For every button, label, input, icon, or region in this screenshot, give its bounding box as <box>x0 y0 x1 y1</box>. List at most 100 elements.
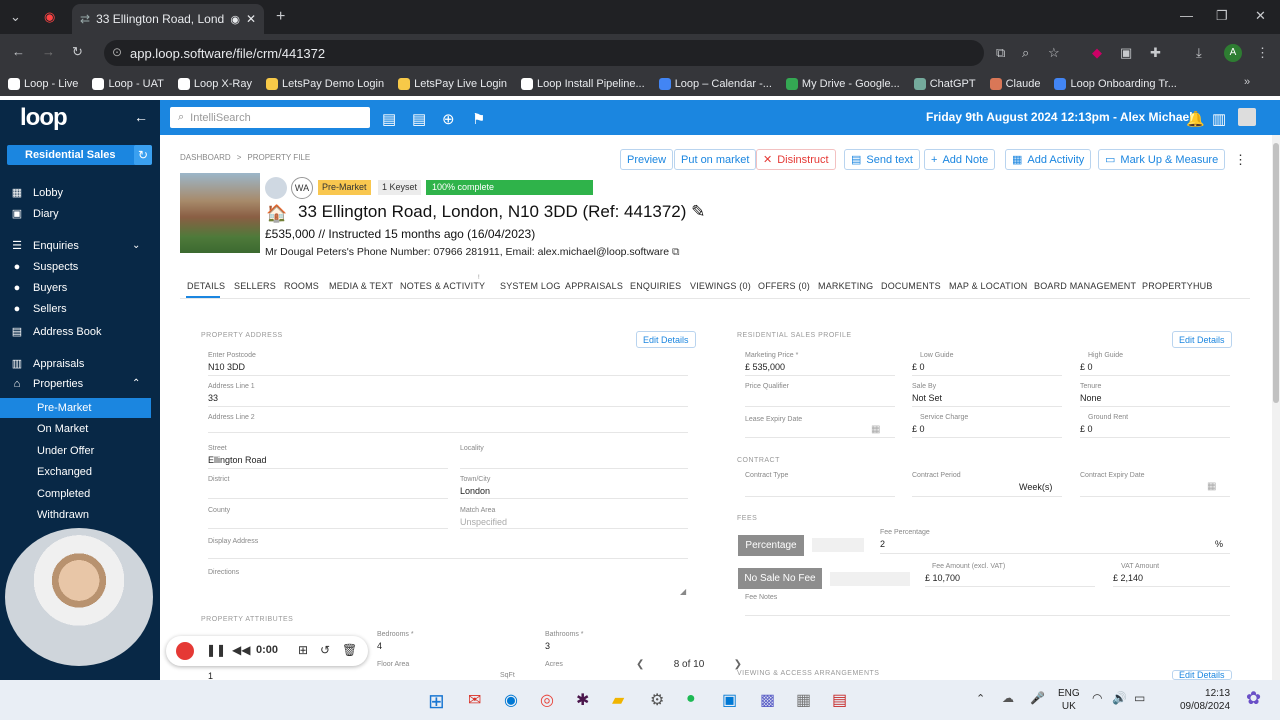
wifi-icon[interactable]: ◠ <box>1092 691 1102 705</box>
chevron-down-icon[interactable]: ⌄ <box>132 240 140 251</box>
extension-icon[interactable]: ◆ <box>1092 45 1102 61</box>
tab-propertyhub[interactable]: PROPERTYHUB <box>1142 281 1213 291</box>
gmail-icon[interactable]: ✉ <box>468 690 481 710</box>
calendar-icon[interactable]: ▦ <box>1207 481 1216 492</box>
low-guide-field[interactable]: £ 0 <box>912 362 925 372</box>
bookmark-item[interactable]: My Drive - Google... <box>785 78 900 90</box>
tab-board-management[interactable]: BOARD MANAGEMENT <box>1034 281 1136 291</box>
forward-icon[interactable]: → <box>42 44 55 59</box>
user-avatar[interactable] <box>1238 108 1256 126</box>
tenure-select[interactable]: None <box>1080 393 1102 403</box>
fee-option-toggle[interactable] <box>830 572 910 586</box>
menu-icon[interactable]: ⋮ <box>1256 45 1269 61</box>
bookmark-item[interactable]: Loop Install Pipeline... <box>521 78 645 90</box>
chevron-up-icon[interactable]: ⌃ <box>132 378 140 389</box>
sidebar-item-suspects[interactable]: ● Suspects <box>10 261 79 273</box>
send-text-button[interactable]: ▤ Send text <box>844 149 920 170</box>
minimize-icon[interactable]: — <box>1180 8 1193 23</box>
refresh-icon[interactable]: ↻ <box>134 145 152 165</box>
bookmark-item[interactable]: Loop – Calendar -... <box>658 78 772 90</box>
pause-icon[interactable]: ❚❚ <box>206 643 226 657</box>
app-icon[interactable]: ▤ <box>832 690 847 710</box>
tray-chevron-icon[interactable]: ⌃ <box>976 692 985 705</box>
record-icon[interactable]: ◉ <box>44 9 55 25</box>
add-viewing-icon[interactable]: ⊕ <box>442 110 455 128</box>
line1-field[interactable]: 33 <box>208 393 218 403</box>
tab-search-icon[interactable]: ⌄ <box>10 9 21 25</box>
vat-amount-field[interactable]: £ 2,140 <box>1113 573 1143 583</box>
submenu-item-withdrawn[interactable]: Withdrawn <box>37 509 89 521</box>
scrollbar-track[interactable] <box>1272 135 1280 680</box>
add-list-icon[interactable]: ▤ <box>412 110 426 128</box>
external-link-icon[interactable]: ⧉ <box>672 246 680 258</box>
bookmark-item[interactable]: LetsPay Live Login <box>398 78 507 90</box>
tab-notes-activity[interactable]: NOTES & ACTIVITY <box>400 281 485 291</box>
previous-icon[interactable]: ❮ <box>636 659 644 670</box>
next-icon[interactable]: ❯ <box>734 659 742 670</box>
tab-details[interactable]: DETAILS <box>187 281 225 291</box>
match-area-field[interactable]: Unspecified <box>460 517 507 527</box>
no-sale-no-fee-button[interactable]: No Sale No Fee <box>738 568 822 589</box>
restart-icon[interactable]: ↺ <box>320 643 330 657</box>
folder-icon[interactable]: ▰ <box>612 690 624 710</box>
bell-icon[interactable]: 🔔 <box>1186 110 1205 128</box>
percentage-button[interactable]: Percentage <box>738 535 804 556</box>
sidebar-item-diary[interactable]: ▣ Diary <box>10 207 59 221</box>
contract-period-unit[interactable]: Week(s) <box>1019 482 1052 492</box>
property-photo[interactable] <box>180 173 260 253</box>
fee-percentage-field[interactable]: 2 <box>880 539 885 549</box>
town-field[interactable]: London <box>460 486 490 496</box>
grid-icon[interactable]: ⊞ <box>298 643 308 657</box>
site-info-icon[interactable]: ⊙ <box>112 45 122 59</box>
negotiator-avatar[interactable] <box>265 177 287 199</box>
postcode-field[interactable]: N10 3DD <box>208 362 245 372</box>
close-tab-icon[interactable]: ✕ <box>246 12 256 26</box>
edit-pencil-icon[interactable]: ✎ <box>691 202 705 221</box>
extension-icon[interactable]: ▣ <box>1120 45 1132 61</box>
chrome-icon[interactable]: ◎ <box>540 690 554 710</box>
resize-handle-icon[interactable]: ◢ <box>680 587 686 596</box>
sidebar-item-buyers[interactable]: ● Buyers <box>10 282 68 294</box>
clock[interactable]: 12:13 09/08/2024 <box>1180 687 1230 713</box>
close-window-icon[interactable]: ✕ <box>1255 8 1266 24</box>
bookmark-item[interactable]: Loop - UAT <box>92 78 164 90</box>
bookmark-item[interactable]: Loop X-Ray <box>177 78 252 90</box>
install-icon[interactable]: ⧉ <box>996 45 1005 61</box>
back-icon[interactable]: ← <box>12 44 25 59</box>
add-activity-button[interactable]: ▦ Add Activity <box>1005 149 1092 170</box>
microphone-icon[interactable]: 🎤 <box>1030 691 1045 705</box>
mark-up-measure-button[interactable]: ▭ Mark Up & Measure <box>1098 149 1226 170</box>
tab-documents[interactable]: DOCUMENTS <box>881 281 941 291</box>
remote-desktop-icon[interactable]: ▣ <box>722 690 737 710</box>
fixed-fee-option[interactable] <box>812 538 864 552</box>
add-note-button[interactable]: + Add Note <box>924 149 996 170</box>
tab-system-log[interactable]: SYSTEM LOG <box>500 281 561 291</box>
star-icon[interactable]: ☆ <box>1048 45 1060 61</box>
loop-logo[interactable]: loop <box>20 104 68 132</box>
extensions-icon[interactable]: ✚ <box>1150 45 1161 61</box>
documents-icon[interactable]: ▥ <box>1212 110 1226 128</box>
tab-offers-0[interactable]: OFFERS (0) <box>758 281 810 291</box>
browser-tab[interactable]: ⇄ 33 Ellington Road, London ◉ ✕ <box>72 4 264 34</box>
breadcrumb-dashboard[interactable]: DASHBOARD <box>180 153 231 162</box>
sidebar-item-enquiries[interactable]: ☰ Enquiries <box>10 239 79 253</box>
new-tab-icon[interactable]: + <box>276 8 285 26</box>
sale-by-select[interactable]: Not Set <box>912 393 942 403</box>
settings-icon[interactable]: ⚙ <box>650 690 664 710</box>
more-options-icon[interactable]: ⋮ <box>1234 152 1247 168</box>
tab-marketing[interactable]: MARKETING <box>818 281 873 291</box>
slack-icon[interactable]: ✱ <box>576 690 589 710</box>
service-charge-field[interactable]: £ 0 <box>912 424 925 434</box>
street-field[interactable]: Ellington Road <box>208 455 267 465</box>
preview-button[interactable]: Preview <box>620 149 674 170</box>
sidebar-item-sellers[interactable]: ● Sellers <box>10 303 67 315</box>
marketing-price-field[interactable]: £ 535,000 <box>745 362 785 372</box>
stop-record-icon[interactable] <box>176 642 194 660</box>
cloud-icon[interactable]: ☁ <box>1002 691 1014 705</box>
submenu-item-exchanged[interactable]: Exchanged <box>37 466 92 478</box>
tab-sellers[interactable]: SELLERS <box>234 281 276 291</box>
tab-rooms[interactable]: ROOMS <box>284 281 319 291</box>
teams-icon[interactable]: ▩ <box>760 690 775 710</box>
submenu-item-completed[interactable]: Completed <box>37 488 90 500</box>
outlook-icon[interactable]: ◉ <box>504 690 518 710</box>
